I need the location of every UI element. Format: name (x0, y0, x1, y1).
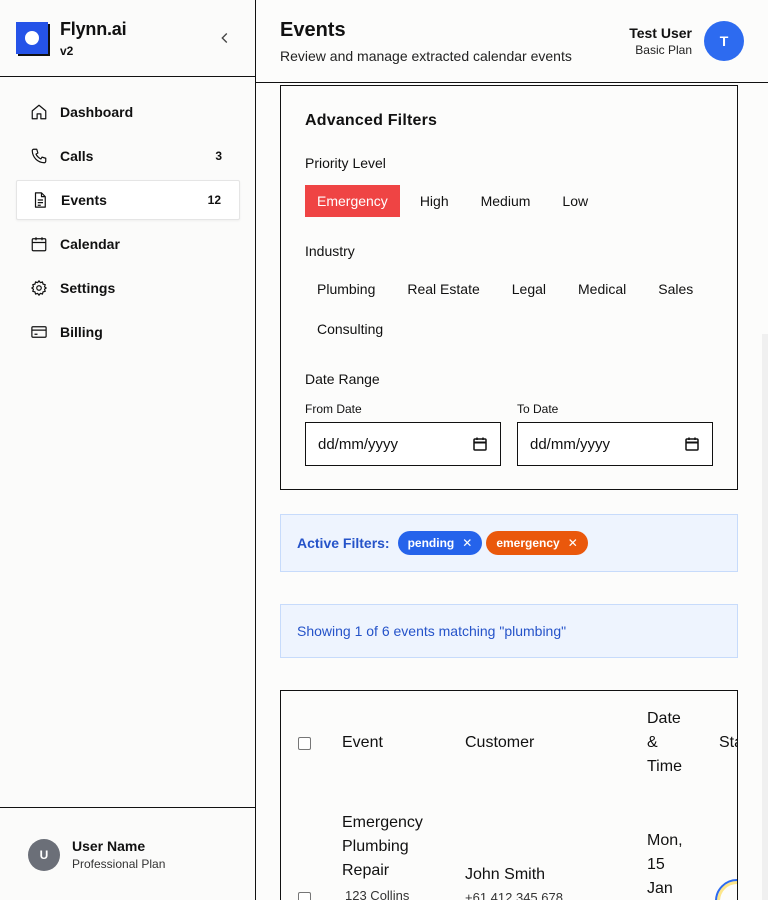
avatar: U (28, 839, 60, 871)
page-title: Events (280, 19, 346, 41)
sidebar-item-billing[interactable]: Billing (16, 312, 240, 352)
sidebar-item-calls[interactable]: Calls 3 (16, 136, 240, 176)
sidebar: Flynn.ai v2 Dashboard Calls 3 Events 12 … (0, 0, 256, 900)
event-title-line[interactable]: Emergency (342, 811, 423, 835)
priority-chip-emergency[interactable]: Emergency (305, 185, 400, 217)
header-user-name: Test User (629, 25, 692, 41)
customer-phone: +61 412 345 678 (465, 890, 563, 900)
calendar-icon (31, 237, 47, 252)
filters-title: Advanced Filters (305, 112, 438, 129)
filter-tag-label: emergency (496, 536, 560, 550)
filter-tag-emergency[interactable]: emergency ✕ (486, 531, 588, 555)
chevron-left-icon[interactable] (216, 28, 234, 48)
sidebar-item-label: Calls (60, 148, 94, 164)
avatar[interactable]: T (704, 21, 744, 61)
industry-chip-legal[interactable]: Legal (500, 273, 558, 305)
calls-count-badge: 3 (215, 149, 222, 163)
main-content: Advanced Filters Priority Level Emergenc… (256, 84, 768, 900)
column-header-status[interactable]: Sta (719, 731, 737, 755)
sidebar-item-label: Events (61, 192, 107, 208)
header-user-plan: Basic Plan (635, 43, 692, 57)
customer-name: John Smith (465, 866, 546, 883)
from-date-label: From Date (305, 402, 362, 416)
sidebar-item-label: Dashboard (60, 104, 134, 120)
sidebar-item-label: Calendar (60, 236, 120, 252)
from-date-input[interactable]: dd/mm/yyyy (305, 422, 501, 466)
active-filters-label: Active Filters: (297, 535, 390, 551)
event-address: 123 Collins (345, 888, 410, 900)
column-header-date-3[interactable]: Time (647, 755, 682, 779)
sidebar-item-label: Settings (60, 280, 116, 296)
industry-chips: Plumbing Real Estate Legal Medical Sales… (305, 273, 725, 345)
priority-chip-low[interactable]: Low (550, 185, 600, 217)
industry-chip-plumbing[interactable]: Plumbing (305, 273, 387, 305)
events-count-badge: 12 (207, 193, 221, 207)
sidebar-item-calendar[interactable]: Calendar (16, 224, 240, 264)
scrollbar[interactable] (762, 334, 768, 900)
calendar-icon[interactable] (684, 436, 700, 452)
close-icon[interactable]: ✕ (462, 536, 472, 550)
from-date-value: dd/mm/yyyy (318, 435, 399, 453)
filter-tag-pending[interactable]: pending ✕ (397, 531, 483, 555)
priority-chip-medium[interactable]: Medium (469, 185, 543, 217)
sidebar-item-settings[interactable]: Settings (16, 268, 240, 308)
home-icon (31, 104, 47, 120)
active-filters-bar: Active Filters: pending ✕ emergency ✕ (280, 514, 738, 572)
column-header-customer[interactable]: Customer (465, 731, 534, 755)
calendar-icon[interactable] (472, 436, 488, 452)
sidebar-item-label: Billing (60, 324, 103, 340)
brand-logo (16, 22, 48, 54)
priority-label: Priority Level (305, 155, 386, 171)
page-header: Events Review and manage extracted calen… (256, 0, 768, 83)
industry-chip-sales[interactable]: Sales (646, 273, 705, 305)
event-date-line: Jan (647, 880, 673, 897)
row-checkbox[interactable] (298, 892, 311, 900)
sidebar-item-events[interactable]: Events 12 (16, 180, 240, 220)
sidebar-user-name: User Name (72, 838, 146, 854)
column-header-date-1[interactable]: Date (647, 707, 681, 731)
to-date-value: dd/mm/yyyy (530, 435, 611, 453)
industry-label: Industry (305, 243, 355, 259)
brand-name: Flynn.ai (60, 19, 127, 39)
phone-icon (31, 148, 47, 164)
select-all-checkbox[interactable] (298, 737, 311, 750)
brand-version: v2 (60, 44, 74, 58)
column-header-date-2[interactable]: & (647, 731, 658, 755)
event-date-line: Mon, (647, 832, 683, 849)
priority-chip-high[interactable]: High (408, 185, 461, 217)
event-title-line[interactable]: Repair (342, 859, 389, 883)
credit-card-icon (31, 326, 47, 338)
date-range-label: Date Range (305, 371, 380, 387)
priority-chips: Emergency High Medium Low (305, 185, 608, 217)
event-title-line[interactable]: Plumbing (342, 835, 409, 859)
events-table: Event Customer Date & Time Sta Emergency… (280, 690, 738, 900)
column-header-event[interactable]: Event (342, 731, 383, 755)
industry-chip-medical[interactable]: Medical (566, 273, 638, 305)
sidebar-user-panel[interactable]: U User Name Professional Plan (0, 807, 256, 900)
filter-tag-label: pending (407, 536, 455, 550)
industry-chip-real-estate[interactable]: Real Estate (395, 273, 491, 305)
sidebar-item-dashboard[interactable]: Dashboard (16, 92, 240, 132)
brand-header: Flynn.ai v2 (0, 0, 255, 77)
page-subtitle: Review and manage extracted calendar eve… (280, 48, 572, 64)
status-indicator[interactable] (715, 879, 737, 900)
document-icon (34, 192, 46, 208)
event-date-line: 15 (647, 856, 665, 873)
sidebar-nav: Dashboard Calls 3 Events 12 Calendar Set… (16, 92, 240, 356)
sidebar-user-plan: Professional Plan (72, 857, 166, 871)
close-icon[interactable]: ✕ (568, 536, 578, 550)
to-date-input[interactable]: dd/mm/yyyy (517, 422, 713, 466)
gear-icon (30, 279, 48, 297)
results-summary: Showing 1 of 6 events matching "plumbing… (280, 604, 738, 658)
advanced-filters-panel: Advanced Filters Priority Level Emergenc… (280, 85, 738, 490)
to-date-label: To Date (517, 402, 559, 416)
industry-chip-consulting[interactable]: Consulting (305, 313, 395, 345)
